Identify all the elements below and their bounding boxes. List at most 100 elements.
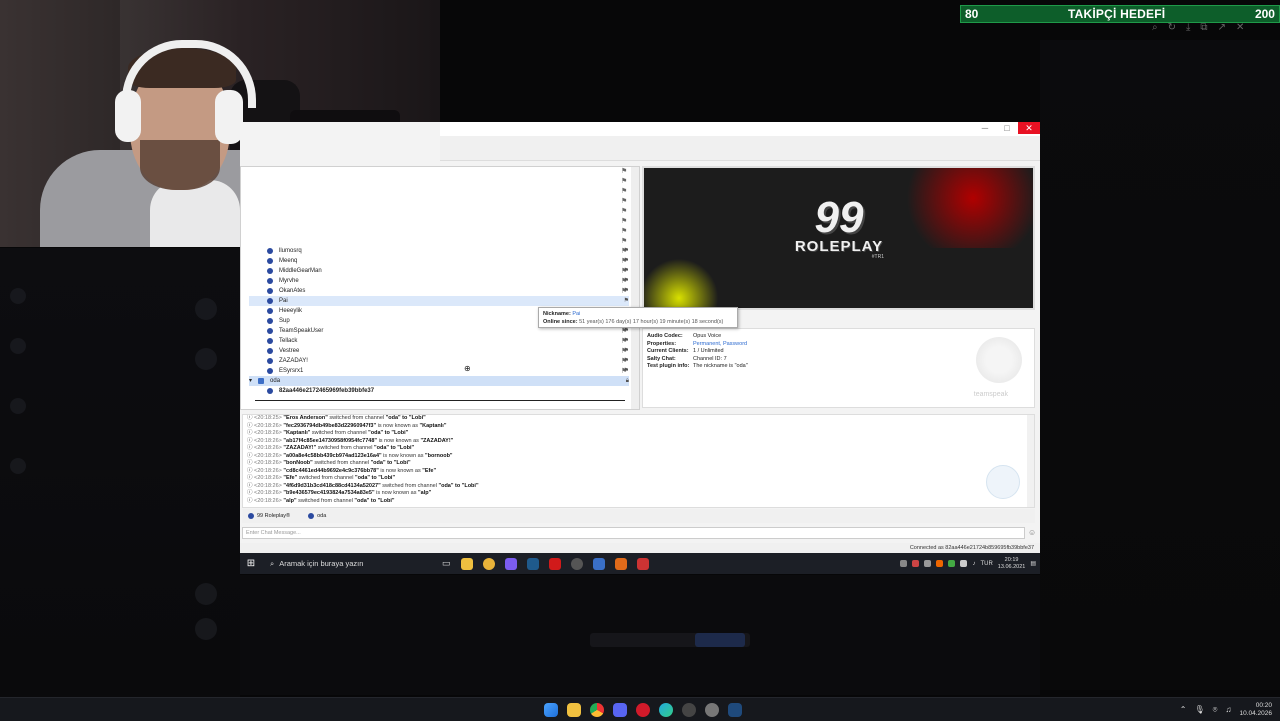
tree-user-row[interactable]: Pai ⚑	[249, 296, 629, 306]
log-name[interactable]: "bonNoob"	[283, 460, 312, 466]
log-name[interactable]: "ab17f4c85ee14730958f0954fc7748"	[283, 438, 377, 444]
remote-date: 13.06.2021	[997, 563, 1026, 570]
tray-icon[interactable]	[900, 560, 908, 567]
refresh-icon[interactable]: ↻	[1168, 22, 1176, 36]
minimize-button[interactable]: ─	[974, 122, 996, 134]
remote-clock[interactable]: 20:19 13.06.2021	[998, 557, 1026, 571]
log-extra: "ZAZADAY!"	[420, 437, 454, 444]
app-orange-icon[interactable]	[614, 557, 627, 570]
windows-start-icon[interactable]: ⊞	[240, 558, 262, 569]
tab-channel-label: oda	[317, 513, 327, 519]
log-name[interactable]: "4f6d9d31b3cd418c88cd4134a52027"	[283, 483, 380, 489]
app-red-icon[interactable]	[636, 557, 649, 570]
opera-icon[interactable]	[636, 702, 650, 717]
file-explorer-icon[interactable]	[460, 557, 473, 570]
tree-user-row[interactable]: 82aa446e2172465969feb39bbfe37	[249, 386, 629, 396]
tray-icon[interactable]	[912, 560, 920, 567]
tree-user-name: Myrvhe	[279, 278, 299, 284]
log-name[interactable]: "b9e436579ec4193824a7534a83e5"	[283, 490, 374, 496]
chevron-up-icon[interactable]: ⌃	[1180, 705, 1187, 714]
network-icon[interactable]: ⌾	[1213, 705, 1218, 715]
chat-input[interactable]: Enter Chat Message...	[242, 527, 1025, 539]
tree-user-row[interactable]: llumosrq ⚑	[249, 246, 629, 256]
teamspeak-logo-icon	[976, 337, 1022, 383]
pin-icon[interactable]: ↗	[1218, 22, 1226, 36]
log-name[interactable]: "fec2936794db49be83d22960947f3"	[283, 423, 376, 429]
tree-user-name: Sup	[279, 318, 290, 324]
tree-user-row[interactable]: Vestree ⚑	[249, 346, 629, 356]
close-icon[interactable]: ✕	[1236, 22, 1244, 36]
tray-icon[interactable]	[960, 560, 968, 567]
log-extra: "bornoob"	[425, 452, 453, 459]
obs-icon[interactable]	[570, 557, 583, 570]
blurred-sidebar	[0, 248, 240, 698]
server-log: ⓘ <20:18:25> "Eros Anderson" switched fr…	[242, 414, 1035, 508]
youtube-icon[interactable]	[548, 557, 561, 570]
log-name[interactable]: "Efe"	[283, 475, 297, 481]
channel-info-panel: Audio Codec: Opus Voice Properties: Permane…	[642, 328, 1035, 408]
taskbar-search[interactable]: ⌕ Aramak için buraya yazın	[262, 553, 430, 574]
notification-icon[interactable]: ▤	[1030, 560, 1036, 567]
edge-icon[interactable]	[659, 702, 673, 717]
volume-icon[interactable]: ♪	[972, 561, 975, 567]
tree-user-row[interactable]: MiddleGearMan ⚑	[249, 266, 629, 276]
log-extra: "oda" to "Lobi"	[438, 482, 479, 489]
tree-scrollbar[interactable]	[631, 167, 639, 409]
log-name[interactable]: "cd8c4461ed44b9692e4c9c376bb78"	[283, 468, 378, 474]
log-name[interactable]: "alp"	[283, 498, 296, 504]
banner-red-glow	[893, 168, 1033, 248]
tab-server[interactable]: 99 Roleplay®	[242, 513, 296, 519]
tray-icon[interactable]	[924, 560, 932, 567]
user-badge-icon: ⚑	[623, 248, 629, 254]
popout-icon[interactable]: ⧉	[1200, 22, 1207, 36]
tree-channel-row[interactable]: ▾ oda 🔒︎	[249, 376, 629, 386]
user-status-icon	[267, 278, 273, 284]
discord-icon[interactable]	[613, 702, 627, 717]
rockstar-icon[interactable]	[705, 702, 719, 717]
log-time: <20:18:26>	[254, 445, 282, 451]
window-close-button[interactable]: ✕	[1018, 122, 1040, 134]
chrome-icon[interactable]	[482, 557, 495, 570]
log-name[interactable]: "Kaptanlı"	[283, 430, 310, 436]
tray-icon[interactable]	[936, 560, 944, 567]
tab-channel[interactable]: oda	[302, 513, 332, 519]
zoom-icon[interactable]: ⌕	[1152, 22, 1158, 36]
windows-start-icon[interactable]	[544, 702, 558, 717]
emoji-icon[interactable]: ☺	[1028, 528, 1036, 537]
maximize-button[interactable]: □	[996, 122, 1018, 134]
tree-user-row[interactable]: OkanAtes ⚑	[249, 286, 629, 296]
tree-user-name: Meenq	[279, 258, 298, 264]
file-explorer-icon[interactable]	[567, 702, 581, 717]
chrome-icon[interactable]	[590, 702, 604, 717]
tray-icon[interactable]	[948, 560, 956, 567]
info-value: Channel ID: 7	[693, 355, 727, 362]
volume-icon[interactable]: ♫	[1225, 705, 1231, 714]
teamspeak-icon[interactable]	[592, 557, 605, 570]
tree-user-row[interactable]: Myrvhe ⚑	[249, 276, 629, 286]
tree-user-row[interactable]: ESyrsrx1 ⚑	[249, 366, 629, 376]
obs-icon[interactable]	[682, 702, 696, 717]
log-scrollbar[interactable]	[1027, 415, 1034, 507]
log-time: <20:18:26>	[254, 460, 282, 466]
log-text: is now known as	[377, 422, 418, 429]
host-clock[interactable]: 00:20 10.04.2026	[1239, 702, 1272, 718]
blurred-accent-button	[695, 633, 745, 647]
discord-icon[interactable]	[504, 557, 517, 570]
log-name[interactable]: "a00a8e4c58bb439cb974ad123e16a4"	[283, 453, 381, 459]
tree-user-row[interactable]: Tellack ⚑	[249, 336, 629, 346]
steam-icon[interactable]	[728, 702, 742, 717]
goal-target: 200	[1254, 7, 1275, 21]
steam-icon[interactable]	[526, 557, 539, 570]
tree-user-row[interactable]: ZAZADAY! ⚑	[249, 356, 629, 366]
info-value[interactable]: Permanent, Password	[693, 341, 747, 347]
tree-user-row[interactable]: Meenq ⚑	[249, 256, 629, 266]
log-time: <20:18:26>	[254, 497, 282, 504]
log-line: ⓘ <20:18:26> "bonNoob" switched from cha…	[243, 460, 1034, 468]
lang-indicator[interactable]: TUR	[980, 561, 992, 567]
task-view-icon[interactable]: ▭	[442, 558, 451, 569]
download-icon[interactable]: ⤓	[1186, 22, 1190, 36]
banner-logo: 99 ROLEPLAY #TR1	[794, 196, 884, 261]
microphone-icon[interactable]: 🎙︎	[1194, 705, 1204, 714]
log-name[interactable]: "ZAZADAY!"	[283, 445, 316, 451]
log-name[interactable]: "Eros Anderson"	[283, 415, 327, 421]
